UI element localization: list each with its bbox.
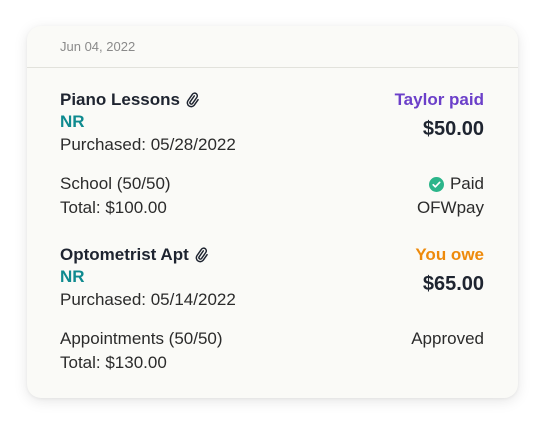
total-label: Total: $100.00 xyxy=(60,198,167,217)
payer-label: You owe xyxy=(415,245,484,264)
total-label: Total: $130.00 xyxy=(60,353,167,372)
status-paid: Paid xyxy=(428,174,484,194)
status-text: Paid xyxy=(449,174,484,193)
category-label: School (50/50) xyxy=(60,174,171,193)
expense-title: Optometrist Apt xyxy=(60,245,209,265)
expense-card[interactable]: Jun 04, 2022 Piano Lessons Taylor paid N… xyxy=(27,26,518,398)
expense-title-text: Piano Lessons xyxy=(60,90,180,109)
payment-method: OFWpay xyxy=(416,198,484,217)
card-header: Jun 04, 2022 xyxy=(27,26,518,68)
payer-label: Taylor paid xyxy=(394,90,484,109)
expense-title: Piano Lessons xyxy=(60,90,200,110)
paperclip-icon[interactable] xyxy=(193,246,209,264)
status-text: Approved xyxy=(411,329,484,348)
category-label: Appointments (50/50) xyxy=(60,329,223,348)
paperclip-icon[interactable] xyxy=(184,91,200,109)
date-label: Jun 04, 2022 xyxy=(60,39,136,54)
purchased-date: Purchased: 05/14/2022 xyxy=(60,290,236,309)
purchased-date: Purchased: 05/28/2022 xyxy=(60,135,236,154)
expense-title-text: Optometrist Apt xyxy=(60,245,189,264)
check-circle-icon xyxy=(428,176,444,192)
